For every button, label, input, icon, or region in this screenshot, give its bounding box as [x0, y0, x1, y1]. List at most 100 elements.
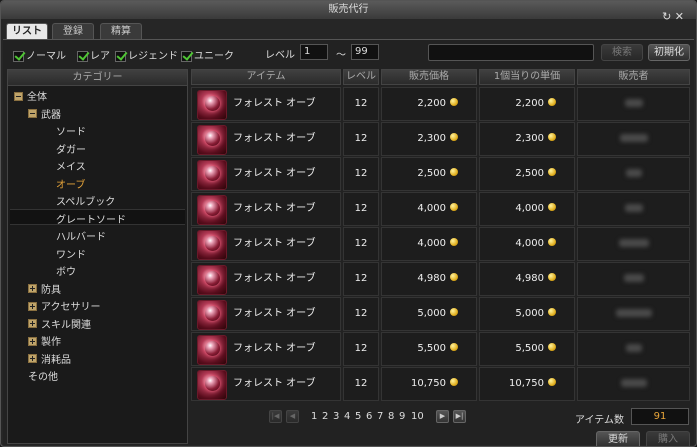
orb-item-icon[interactable] [197, 265, 227, 295]
category-item[interactable]: ハルバード [56, 230, 106, 246]
expand-icon[interactable] [28, 354, 37, 363]
tab-list[interactable]: リスト [6, 23, 48, 40]
seller-name-obscured [623, 274, 644, 282]
filter-normal-checkbox[interactable]: ノーマル [13, 47, 66, 62]
checkmark-icon [77, 50, 88, 62]
table-row[interactable]: フォレスト オーブ 12 4,000 4,000 [191, 227, 692, 261]
last-page-button[interactable]: ▶| [453, 410, 466, 423]
page-number-link[interactable]: 3 [333, 410, 339, 424]
col-header-seller[interactable]: 販売者 [577, 69, 690, 85]
gold-coin-icon [450, 343, 458, 351]
page-number-link[interactable]: 2 [322, 410, 328, 424]
level-cell: 12 [343, 297, 379, 331]
level-cell: 12 [343, 192, 379, 226]
filter-legend-checkbox[interactable]: レジェンド [115, 47, 178, 62]
unit-price-value: 4,980 [515, 273, 544, 284]
page-number-link[interactable]: 6 [366, 410, 372, 424]
table-row[interactable]: フォレスト オーブ 12 2,500 2,500 [191, 157, 692, 191]
item-name: フォレスト オーブ [233, 98, 316, 109]
next-page-button[interactable]: ▶ [436, 410, 449, 423]
category-item[interactable]: オーブ [56, 178, 85, 194]
first-page-button[interactable]: |◀ [269, 410, 282, 423]
category-item[interactable]: 消耗品 [28, 353, 71, 369]
category-item-label: 武器 [41, 109, 61, 121]
main-panel: ノーマル レア レジェンド ユニーク レベル 1 ～ 99 検索 初期化 カテゴ… [3, 39, 694, 446]
category-item[interactable]: 製作 [28, 335, 61, 351]
sales-agent-window: 販売代行 ↻ ✕ リスト 登録 精算 ノーマル レア レジェンド ユニーク レベ… [0, 0, 697, 447]
reset-button[interactable]: 初期化 [648, 44, 690, 61]
col-header-level[interactable]: レベル [343, 69, 379, 85]
expand-icon[interactable] [28, 284, 37, 293]
table-row[interactable]: フォレスト オーブ 12 10,750 10,750 [191, 367, 692, 401]
refresh-icon[interactable]: ↻ [662, 10, 671, 23]
level-cell: 12 [343, 157, 379, 191]
category-item[interactable]: グレートソード [56, 213, 126, 229]
level-cell: 12 [343, 87, 379, 121]
orb-item-icon[interactable] [197, 300, 227, 330]
level-min-input[interactable]: 1 [300, 44, 328, 60]
col-header-unit-price[interactable]: 1個当りの単価 [479, 69, 575, 85]
item-cell: フォレスト オーブ [191, 122, 341, 156]
prev-page-button[interactable]: ◀ [286, 410, 299, 423]
unit-price-value: 5,500 [515, 343, 544, 354]
table-row[interactable]: フォレスト オーブ 12 2,200 2,200 [191, 87, 692, 121]
unit-price-value: 4,000 [515, 203, 544, 214]
orb-item-icon[interactable] [197, 195, 227, 225]
col-header-item[interactable]: アイテム [191, 69, 341, 85]
expand-icon[interactable] [28, 319, 37, 328]
table-row[interactable]: フォレスト オーブ 12 4,980 4,980 [191, 262, 692, 296]
category-item[interactable]: スペルブック [56, 195, 115, 211]
filter-rare-checkbox[interactable]: レア [77, 47, 110, 62]
orb-item-icon[interactable] [197, 370, 227, 400]
orb-item-icon[interactable] [197, 230, 227, 260]
page-number-link[interactable]: 10 [411, 410, 424, 424]
table-row[interactable]: フォレスト オーブ 12 4,000 4,000 [191, 192, 692, 226]
gold-coin-icon [548, 238, 556, 246]
table-row[interactable]: フォレスト オーブ 12 5,500 5,500 [191, 332, 692, 366]
orb-item-icon[interactable] [197, 335, 227, 365]
page-number-link[interactable]: 8 [388, 410, 394, 424]
filter-unique-checkbox[interactable]: ユニーク [181, 47, 234, 62]
table-row[interactable]: フォレスト オーブ 12 2,300 2,300 [191, 122, 692, 156]
price-cell: 4,000 [381, 192, 477, 226]
seller-cell [577, 157, 690, 191]
category-item[interactable]: 防具 [28, 283, 61, 299]
buy-button[interactable]: 購入 [646, 431, 690, 446]
category-item[interactable]: ダガー [56, 143, 86, 159]
search-input[interactable] [428, 44, 594, 61]
tab-settlement[interactable]: 精算 [100, 23, 142, 40]
page-number-link[interactable]: 1 [311, 410, 317, 424]
close-icon[interactable]: ✕ [675, 10, 684, 23]
orb-item-icon[interactable] [197, 125, 227, 155]
search-button[interactable]: 検索 [601, 44, 643, 61]
category-item[interactable]: メイス [56, 160, 86, 176]
category-item[interactable]: 武器 [28, 108, 61, 124]
category-item[interactable]: 全体 [14, 90, 47, 106]
price-cell: 5,000 [381, 297, 477, 331]
category-item[interactable]: ソード [56, 125, 86, 141]
expand-icon[interactable] [28, 336, 37, 346]
level-max-input[interactable]: 99 [351, 44, 379, 60]
category-item[interactable]: スキル関連 [28, 318, 91, 334]
category-item[interactable]: ボウ [56, 265, 76, 281]
orb-item-icon[interactable] [197, 160, 227, 190]
page-number-link[interactable]: 5 [355, 410, 361, 424]
collapse-icon[interactable] [28, 109, 37, 118]
tab-register[interactable]: 登録 [52, 23, 94, 40]
page-number-link[interactable]: 9 [399, 410, 405, 424]
table-row[interactable]: フォレスト オーブ 12 5,000 5,000 [191, 297, 692, 331]
orb-item-icon[interactable] [197, 90, 227, 120]
unit-price-value: 2,500 [515, 168, 544, 179]
category-item[interactable]: アクセサリー [28, 300, 101, 316]
page-number-link[interactable]: 7 [377, 410, 383, 424]
checkmark-icon [181, 50, 192, 62]
refresh-button[interactable]: 更新 [596, 431, 640, 446]
page-number-link[interactable]: 4 [344, 410, 350, 424]
level-cell: 12 [343, 122, 379, 156]
category-item[interactable]: ワンド [56, 248, 86, 264]
level-cell: 12 [343, 367, 379, 401]
category-item[interactable]: その他 [28, 370, 58, 386]
collapse-icon[interactable] [14, 91, 23, 101]
expand-icon[interactable] [28, 301, 37, 311]
col-header-price[interactable]: 販売価格 [381, 69, 477, 85]
